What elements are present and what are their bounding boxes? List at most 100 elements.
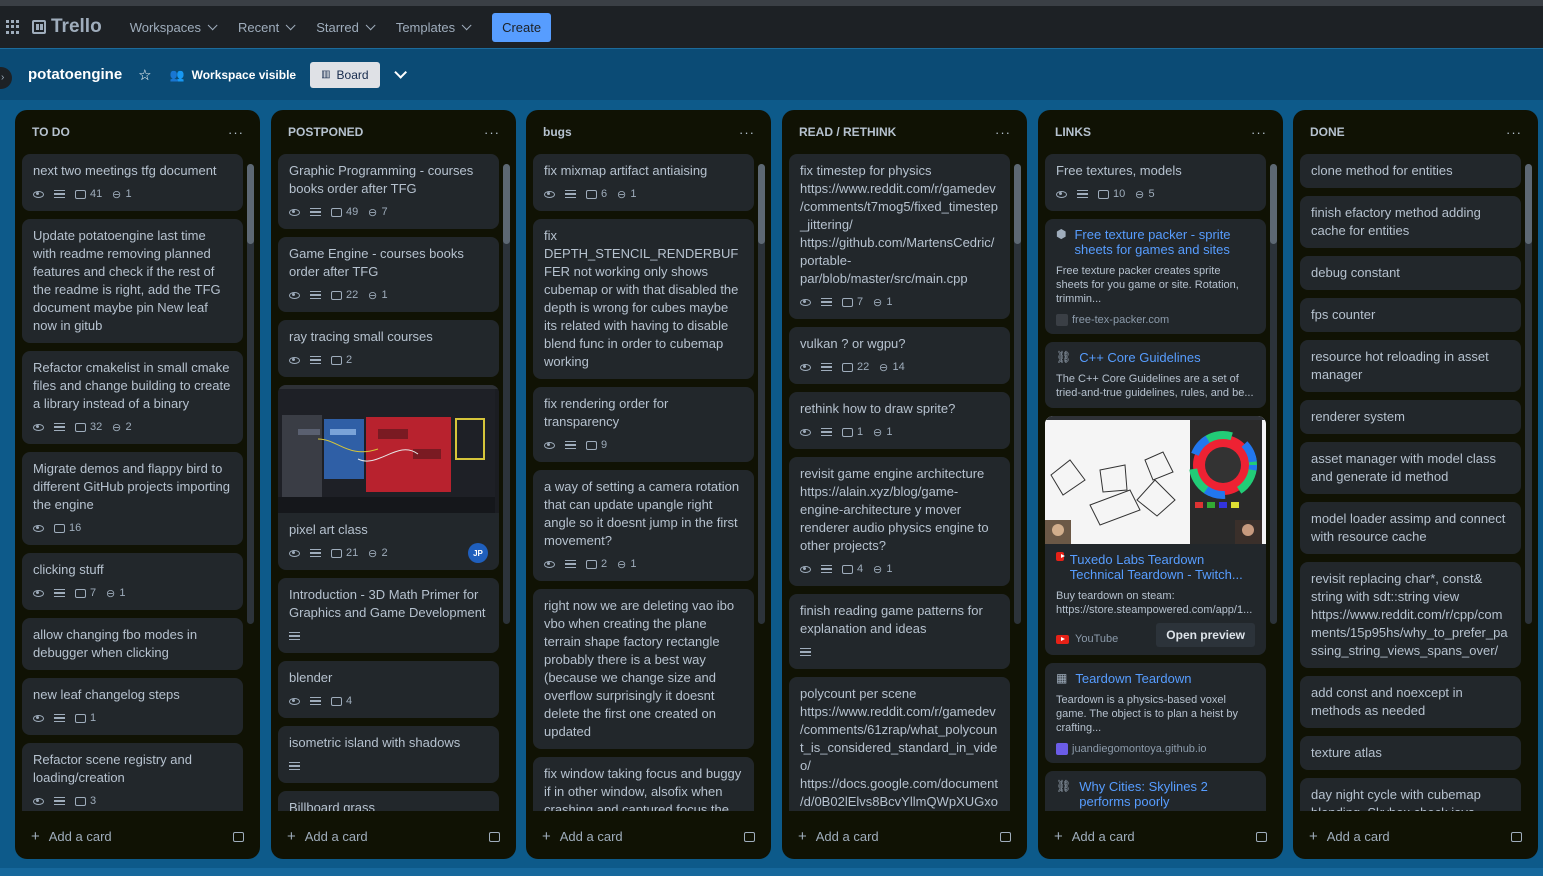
- card[interactable]: a way of setting a camera rotation that …: [533, 470, 754, 581]
- list-menu-icon[interactable]: ···: [484, 125, 500, 140]
- board-title[interactable]: potatoengine: [28, 66, 122, 83]
- link-title[interactable]: ⬢ Free texture packer - sprite sheets for…: [1056, 227, 1255, 257]
- list-title[interactable]: READ / RETHINK: [799, 125, 896, 139]
- link-card[interactable]: ▦ Teardown Teardown Teardown is a physics-…: [1045, 663, 1266, 763]
- scrollbar-thumb[interactable]: [1270, 164, 1277, 244]
- list-scrollbar[interactable]: [247, 164, 254, 624]
- card[interactable]: revisit game engine architecture https:/…: [789, 457, 1010, 586]
- card[interactable]: rethink how to draw sprite? 1 ⊘ 1: [789, 392, 1010, 449]
- add-card-button[interactable]: + Add a card: [542, 828, 755, 845]
- board-horizontal-scrollbar[interactable]: [0, 868, 1543, 876]
- add-card-button[interactable]: + Add a card: [798, 828, 1011, 845]
- member-avatar[interactable]: JP: [468, 543, 488, 563]
- list-menu-icon[interactable]: ···: [228, 125, 244, 140]
- link-title[interactable]: ▦ Teardown Teardown: [1056, 671, 1255, 686]
- list-title[interactable]: LINKS: [1055, 125, 1091, 139]
- scrollbar-thumb[interactable]: [1525, 164, 1532, 244]
- card-template-icon[interactable]: [1000, 831, 1011, 842]
- card[interactable]: blender 4: [278, 661, 499, 718]
- card[interactable]: Update potatoengine last time with readm…: [22, 219, 243, 343]
- card[interactable]: asset manager with model class and gener…: [1300, 442, 1521, 494]
- add-card-button[interactable]: + Add a card: [1054, 828, 1267, 845]
- list-menu-icon[interactable]: ···: [1251, 125, 1267, 140]
- card[interactable]: polycount per scene https://www.reddit.c…: [789, 677, 1010, 811]
- nav-recent[interactable]: Recent: [228, 11, 302, 43]
- link-title[interactable]: ⛓ Why Cities: Skylines 2 performs poorly: [1056, 779, 1255, 809]
- list-menu-icon[interactable]: ···: [1506, 125, 1522, 140]
- card[interactable]: Free textures, models 10 ⊘ 5: [1045, 154, 1266, 211]
- list-scrollbar[interactable]: [503, 164, 510, 624]
- card[interactable]: renderer system: [1300, 400, 1521, 434]
- card[interactable]: clicking stuff 7 ⊘ 1: [22, 553, 243, 610]
- nav-starred[interactable]: Starred: [306, 11, 382, 43]
- card[interactable]: Migrate demos and flappy bird to differe…: [22, 452, 243, 545]
- app-switcher-icon[interactable]: [6, 20, 20, 34]
- card[interactable]: fix DEPTH_STENCIL_RENDERBUFFER not worki…: [533, 219, 754, 379]
- list-menu-icon[interactable]: ···: [739, 125, 755, 140]
- create-button[interactable]: Create: [492, 12, 552, 42]
- card[interactable]: day night cycle with cubemap blending, S…: [1300, 778, 1521, 811]
- list-menu-icon[interactable]: ···: [995, 125, 1011, 140]
- card[interactable]: ray tracing small courses 2: [278, 320, 499, 377]
- card[interactable]: right now we are deleting vao ibo vbo wh…: [533, 589, 754, 749]
- scrollbar-thumb[interactable]: [1014, 164, 1021, 244]
- card[interactable]: isometric island with shadows: [278, 726, 499, 783]
- card[interactable]: fix window taking focus and buggy if in …: [533, 757, 754, 811]
- add-card-button[interactable]: + Add a card: [31, 828, 244, 845]
- trello-logo[interactable]: Trello: [32, 16, 102, 38]
- card[interactable]: model loader assimp and connect with res…: [1300, 502, 1521, 554]
- card[interactable]: Graphic Programming - courses books orde…: [278, 154, 499, 229]
- nav-templates[interactable]: Templates: [386, 11, 478, 43]
- card[interactable]: allow changing fbo modes in debugger whe…: [22, 618, 243, 670]
- card-template-icon[interactable]: [1256, 831, 1267, 842]
- card[interactable]: fix rendering order for transparency 9: [533, 387, 754, 462]
- list-scrollbar[interactable]: [1014, 164, 1021, 624]
- card[interactable]: Game Engine - courses books order after …: [278, 237, 499, 312]
- list-scrollbar[interactable]: [1525, 164, 1532, 624]
- link-title[interactable]: Tuxedo Labs Teardown Technical Teardown …: [1056, 552, 1255, 582]
- card[interactable]: Refactor cmakelist in small cmake files …: [22, 351, 243, 444]
- list-title[interactable]: TO DO: [32, 125, 70, 139]
- add-card-button[interactable]: + Add a card: [1309, 828, 1522, 845]
- list-title[interactable]: POSTPONED: [288, 125, 363, 139]
- card[interactable]: vulkan ? or wgpu? 22 ⊘ 14: [789, 327, 1010, 384]
- card[interactable]: new leaf changelog steps 1: [22, 678, 243, 735]
- card[interactable]: Introduction - 3D Math Primer for Graphi…: [278, 578, 499, 653]
- link-title[interactable]: ⛓ C++ Core Guidelines: [1056, 350, 1255, 365]
- card[interactable]: debug constant: [1300, 256, 1521, 290]
- card[interactable]: pixel art class 21 ⊘ 2 JP: [278, 385, 499, 570]
- card[interactable]: fix timestep for physics https://www.red…: [789, 154, 1010, 319]
- list-scrollbar[interactable]: [1270, 164, 1277, 624]
- list-scrollbar[interactable]: [758, 164, 765, 624]
- card-template-icon[interactable]: [489, 831, 500, 842]
- list-title[interactable]: DONE: [1310, 125, 1345, 139]
- link-card[interactable]: Tuxedo Labs Teardown Technical Teardown …: [1045, 416, 1266, 655]
- link-card[interactable]: ⬢ Free texture packer - sprite sheets for…: [1045, 219, 1266, 334]
- card-template-icon[interactable]: [1511, 831, 1522, 842]
- card[interactable]: finish efactory method adding cache for …: [1300, 196, 1521, 248]
- card[interactable]: fix mixmap artifact antiaising 6 ⊘ 1: [533, 154, 754, 211]
- add-card-button[interactable]: + Add a card: [287, 828, 500, 845]
- sidebar-expand-icon[interactable]: ›: [0, 67, 12, 89]
- card[interactable]: add const and noexcept in methods as nee…: [1300, 676, 1521, 728]
- card[interactable]: texture atlas: [1300, 736, 1521, 770]
- open-preview-button[interactable]: Open preview: [1156, 623, 1255, 647]
- link-card[interactable]: ⛓ C++ Core Guidelines The C++ Core Guideli…: [1045, 342, 1266, 408]
- nav-workspaces[interactable]: Workspaces: [120, 11, 224, 43]
- card[interactable]: Billboard grass: [278, 791, 499, 811]
- card-template-icon[interactable]: [233, 831, 244, 842]
- board-view-button[interactable]: ▥ Board: [310, 61, 380, 88]
- card[interactable]: finish reading game patterns for explana…: [789, 594, 1010, 669]
- link-card[interactable]: ⛓Why Cities: Skylines 2 performs poorlyO…: [1045, 771, 1266, 811]
- star-icon[interactable]: ☆: [138, 66, 151, 84]
- scrollbar-thumb[interactable]: [503, 164, 510, 244]
- chevron-down-icon[interactable]: [393, 66, 407, 79]
- scrollbar-thumb[interactable]: [758, 164, 765, 244]
- card[interactable]: revisit replacing char*, const& string w…: [1300, 562, 1521, 668]
- list-title[interactable]: bugs: [543, 125, 572, 139]
- card[interactable]: fps counter: [1300, 298, 1521, 332]
- card-template-icon[interactable]: [744, 831, 755, 842]
- card[interactable]: Refactor scene registry and loading/crea…: [22, 743, 243, 811]
- card[interactable]: next two meetings tfg document 41 ⊘ 1: [22, 154, 243, 211]
- scrollbar-thumb[interactable]: [247, 164, 254, 244]
